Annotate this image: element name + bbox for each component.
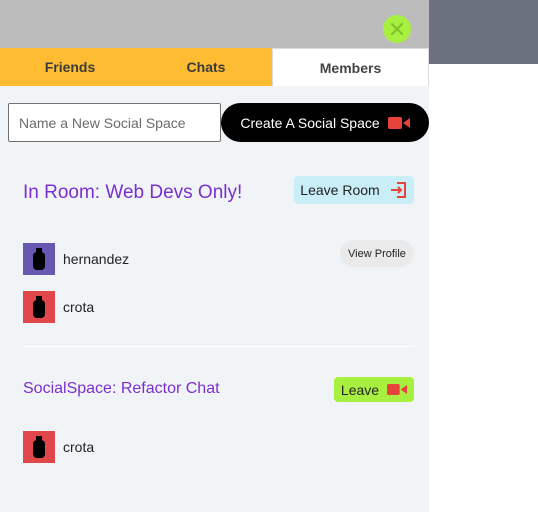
- exit-icon: [390, 182, 406, 198]
- backdrop-top: [0, 0, 429, 48]
- member-name: hernandez: [63, 251, 130, 267]
- leave-label: Leave: [340, 381, 380, 398]
- social-space-title: SocialSpace: Refactor Chat: [23, 380, 220, 397]
- user-silhouette-icon: [33, 248, 45, 270]
- tab-members[interactable]: Members: [272, 48, 429, 86]
- leave-room-label: Leave Room: [300, 182, 380, 198]
- avatar: [23, 431, 55, 463]
- tab-bar: Friends Chats Members: [0, 48, 429, 86]
- member-row[interactable]: hernandez: [23, 243, 129, 275]
- backdrop-right: [429, 64, 538, 512]
- current-room-title: In Room: Web Devs Only!: [23, 182, 243, 203]
- member-row[interactable]: crota: [23, 431, 94, 463]
- member-name: crota: [63, 439, 95, 455]
- leave-room-button[interactable]: Leave Room: [294, 176, 414, 204]
- view-profile-button[interactable]: View Profile: [340, 240, 414, 267]
- create-social-space-button[interactable]: Create A Social Space: [221, 103, 429, 142]
- member-row[interactable]: crota: [23, 291, 94, 323]
- member-name: crota: [63, 299, 95, 315]
- create-social-space-label: Create A Social Space: [240, 114, 380, 131]
- avatar: [23, 243, 55, 275]
- user-silhouette-icon: [33, 436, 45, 458]
- close-button[interactable]: [383, 15, 411, 43]
- social-panel: Friends Chats Members Create A Social Sp…: [0, 48, 429, 512]
- video-camera-icon: [387, 116, 410, 129]
- tab-friends[interactable]: Friends: [0, 48, 140, 86]
- section-divider: [23, 346, 414, 347]
- close-icon: [391, 23, 403, 35]
- tab-chats[interactable]: Chats: [140, 48, 272, 86]
- user-silhouette-icon: [33, 296, 45, 318]
- video-camera-icon: [387, 384, 408, 395]
- new-social-space-input[interactable]: [8, 103, 221, 142]
- backdrop-dark-strip: [429, 0, 538, 64]
- leave-social-space-button[interactable]: Leave: [334, 377, 414, 402]
- avatar: [23, 291, 55, 323]
